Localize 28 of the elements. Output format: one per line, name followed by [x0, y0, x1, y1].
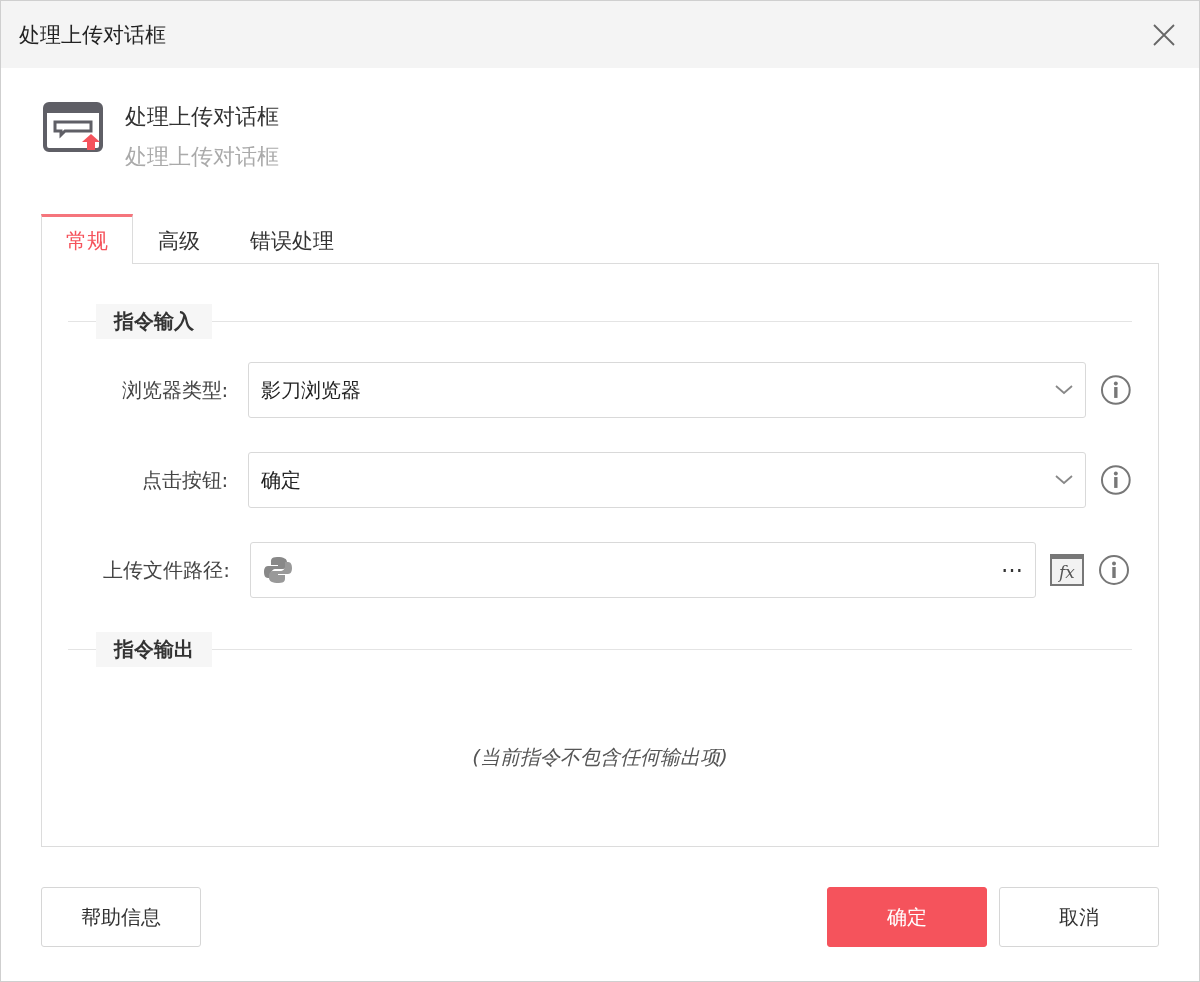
empty-output-note: (当前指令不包含任何输出项) [472, 744, 728, 771]
close-button[interactable] [1151, 21, 1177, 48]
field-label: 浏览器类型: [120, 376, 229, 404]
dialog-upload-icon [43, 102, 105, 154]
info-icon[interactable] [1100, 464, 1132, 496]
python-icon [263, 555, 293, 585]
section-title: 指令输出 [96, 631, 212, 667]
info-icon[interactable] [1098, 554, 1130, 586]
fx-button[interactable]: fx [1050, 554, 1084, 586]
dropdown-field[interactable]: 影刀浏览器 [248, 362, 1087, 418]
action-title: 处理上传对话框 [125, 103, 279, 131]
section-title: 指令输入 [96, 303, 212, 339]
input-field[interactable]: ⋯ [250, 542, 1036, 598]
dropdown-field[interactable]: 确定 [248, 452, 1087, 508]
dropdown-value: 确定 [261, 466, 302, 494]
window-title: 处理上传对话框 [19, 21, 166, 49]
dropdown-value: 影刀浏览器 [261, 376, 362, 404]
more-button[interactable]: ⋯ [1001, 557, 1023, 583]
tab[interactable]: 错误处理 [225, 214, 359, 264]
action-subtitle: 处理上传对话框 [125, 143, 279, 171]
chevron-down-icon [1055, 475, 1074, 485]
tab[interactable]: 高级 [133, 214, 225, 264]
help-button[interactable]: 帮助信息 [41, 887, 201, 947]
info-icon[interactable] [1100, 374, 1132, 406]
field-label: 点击按钮: [140, 466, 229, 494]
cancel-button[interactable]: 取消 [999, 887, 1159, 947]
field-label: 上传文件路径: [102, 556, 230, 584]
chevron-down-icon [1055, 385, 1074, 395]
